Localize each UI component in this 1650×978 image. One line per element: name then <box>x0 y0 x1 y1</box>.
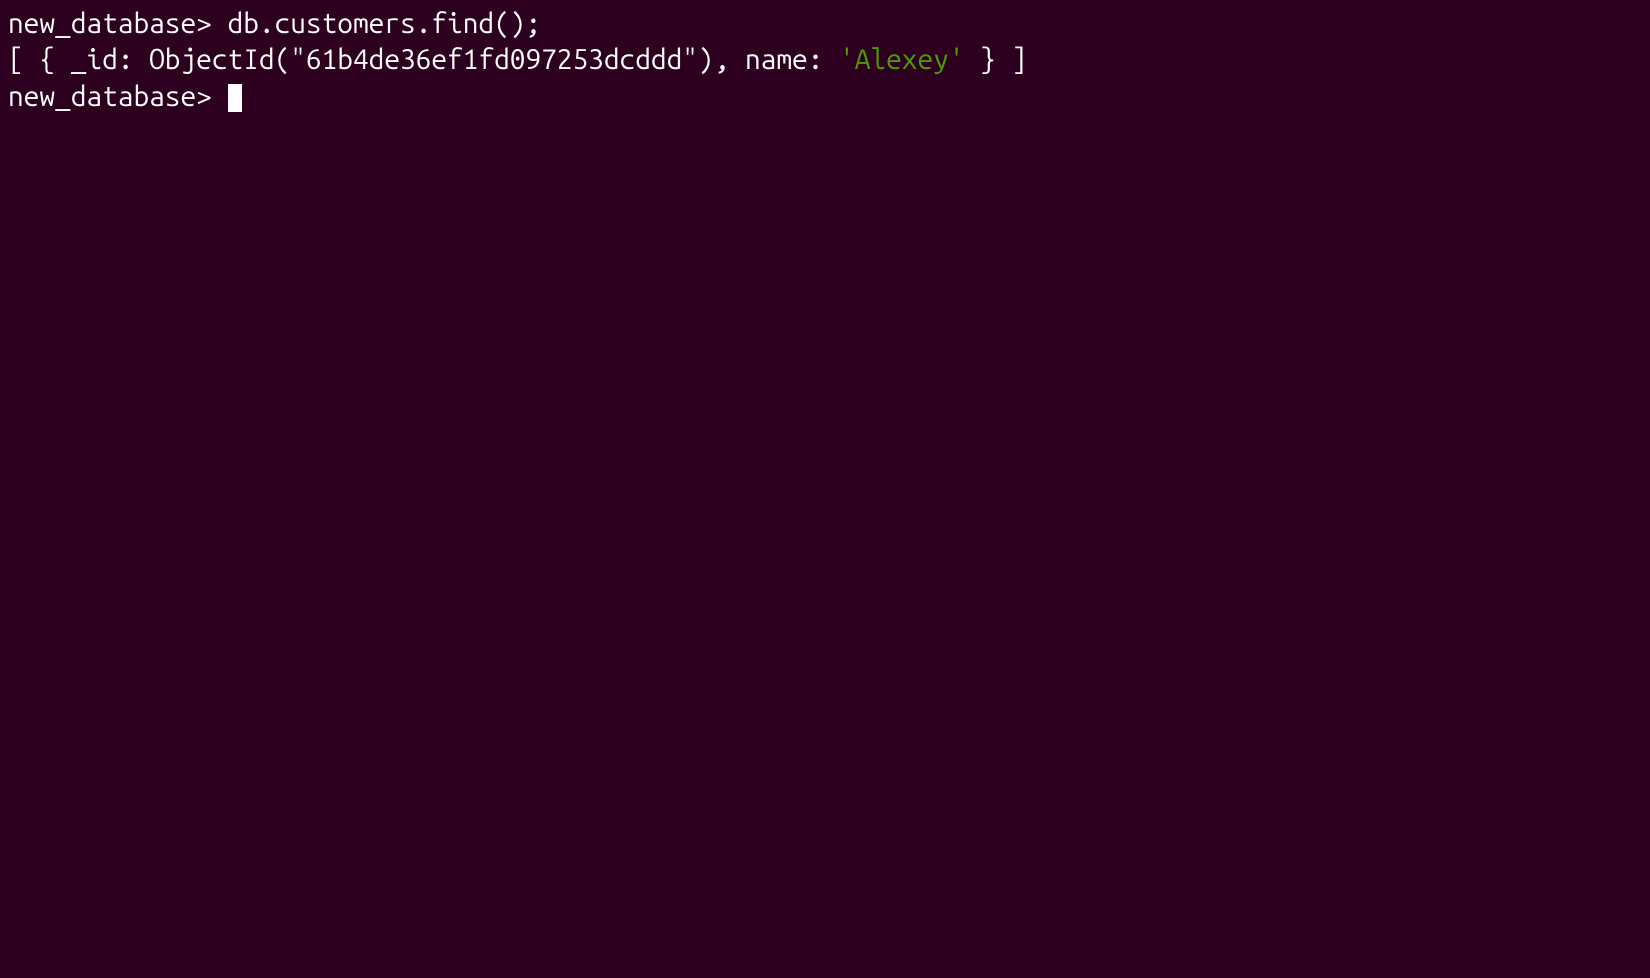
terminal-input-line[interactable]: new_database> <box>8 79 1642 115</box>
prompt-1: new_database> <box>8 8 228 39</box>
prompt-cursor: new_database> <box>8 81 228 112</box>
output-suffix: } ] <box>965 44 1028 75</box>
cursor-icon <box>228 84 242 112</box>
terminal-output-line: [ { _id: ObjectId("61b4de36ef1fd097253dc… <box>8 42 1642 78</box>
output-prefix: [ { _id: ObjectId("61b4de36ef1fd097253dc… <box>8 44 839 75</box>
terminal-line-1: new_database> db.customers.find(); <box>8 6 1642 42</box>
output-string-value: 'Alexey' <box>839 44 964 75</box>
command-1: db.customers.find(); <box>228 8 542 39</box>
